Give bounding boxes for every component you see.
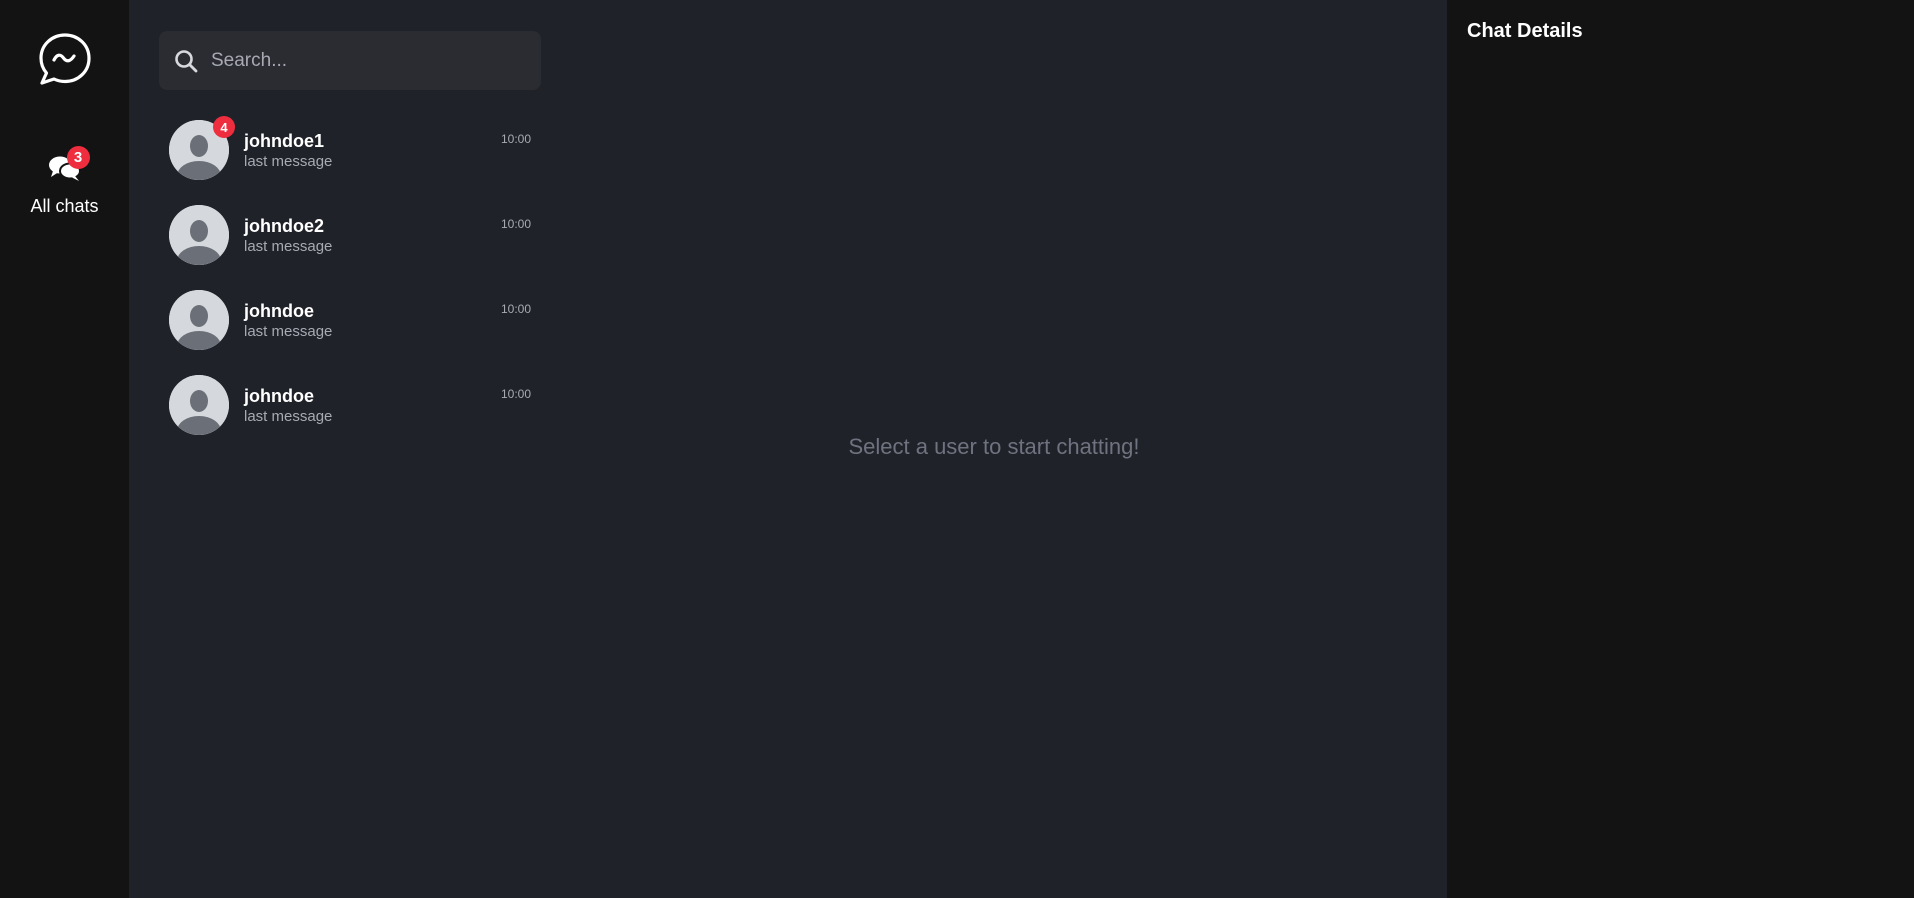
chat-name: johndoe1 bbox=[244, 131, 324, 151]
user-placeholder-icon bbox=[169, 375, 229, 435]
nav-unread-badge: 3 bbox=[66, 146, 90, 169]
nav-item-label: All chats bbox=[30, 196, 99, 216]
chat-time: 10:00 bbox=[500, 217, 531, 231]
chat-list-panel: 4 johndoe1 last message 10:00 bbox=[129, 0, 541, 898]
search-icon bbox=[175, 49, 198, 72]
details-title: Chat Details bbox=[1467, 20, 1583, 42]
empty-state-message: Select a user to start chatting! bbox=[848, 434, 1140, 459]
avatar-wrap bbox=[169, 290, 229, 350]
chat-name: johndoe bbox=[244, 301, 314, 321]
avatar bbox=[169, 205, 229, 265]
user-placeholder-icon bbox=[169, 205, 229, 265]
avatar-wrap bbox=[169, 375, 229, 435]
nav-item-all-chats[interactable]: 3 All chats bbox=[30, 146, 99, 217]
chat-text: johndoe1 last message bbox=[244, 131, 541, 171]
chat-name: johndoe bbox=[244, 386, 314, 406]
chat-text: johndoe last message bbox=[244, 386, 541, 426]
chat-text: johndoe last message bbox=[244, 301, 541, 341]
avatar bbox=[169, 375, 229, 435]
chat-name: johndoe2 bbox=[244, 216, 324, 236]
user-placeholder-icon bbox=[169, 290, 229, 350]
chat-list-item[interactable]: johndoe last message 10:00 bbox=[159, 290, 541, 375]
conversation-area: Select a user to start chatting! bbox=[541, 0, 1447, 898]
chat-time: 10:00 bbox=[500, 387, 531, 401]
search-box[interactable] bbox=[159, 31, 541, 90]
nav-rail: 3 All chats bbox=[0, 0, 129, 898]
avatar-wrap bbox=[169, 205, 229, 265]
avatar bbox=[169, 290, 229, 350]
nav-icon-wrap: 3 bbox=[48, 146, 90, 182]
chat-bubble-wave-icon[interactable] bbox=[38, 32, 92, 86]
avatar-wrap: 4 bbox=[169, 116, 235, 180]
chat-last-message: last message bbox=[244, 408, 333, 425]
chat-list-item[interactable]: johndoe2 last message 10:00 bbox=[159, 205, 541, 290]
chat-last-message: last message bbox=[244, 153, 333, 170]
chat-last-message: last message bbox=[244, 238, 333, 255]
chat-time: 10:00 bbox=[500, 302, 531, 316]
chat-last-message: last message bbox=[244, 323, 333, 340]
chat-list-item[interactable]: johndoe last message 10:00 bbox=[159, 375, 541, 460]
search-input[interactable] bbox=[211, 31, 541, 90]
chat-text: johndoe2 last message bbox=[244, 216, 541, 256]
unread-badge: 4 bbox=[213, 116, 235, 138]
app-root: 3 All chats Search... 4 johndoe1 last me… bbox=[0, 0, 1914, 898]
chat-time: 10:00 bbox=[500, 132, 531, 146]
chat-list: 4 johndoe1 last message 10:00 johndoe2 l… bbox=[159, 116, 541, 460]
chat-list-item[interactable]: 4 johndoe1 last message 10:00 bbox=[159, 116, 541, 205]
chat-details-panel: Chat Details bbox=[1447, 0, 1914, 898]
